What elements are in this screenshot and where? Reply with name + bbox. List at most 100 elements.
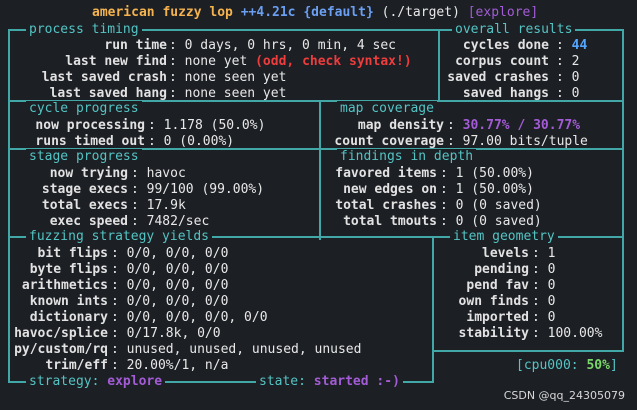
label-own-finds: own finds <box>458 294 529 309</box>
value-total-execs: : 17.9k <box>131 198 186 213</box>
label-pend-fav: pend fav <box>466 278 529 293</box>
banner: american fuzzy lop ++4.21c {default} (./… <box>92 5 538 21</box>
strategy-value: explore <box>107 374 163 389</box>
value-now-trying: : havoc <box>131 166 186 181</box>
label-stability: stability <box>458 326 529 341</box>
border-right-top <box>622 29 624 100</box>
value-saved-crashes: : 0 <box>556 70 580 85</box>
label-last-new-find: last new find <box>65 54 167 69</box>
value-levels: : 1 <box>532 246 556 261</box>
label-trim-eff: trim/eff <box>45 358 108 373</box>
border-right-mid <box>622 100 624 352</box>
value-last-saved-hang: : none seen yet <box>169 86 287 101</box>
value-arithmetics: : 0/0, 0/0, 0/0 <box>111 278 229 293</box>
label-now-processing: now processing <box>35 118 145 133</box>
label-total-execs: total execs <box>41 198 128 213</box>
label-total-crashes: total crashes <box>335 198 437 213</box>
target-path: (./target) <box>381 5 460 20</box>
value-stage-execs: : 99/100 (99.00%) <box>131 182 265 197</box>
label-new-edges-on: new edges on <box>343 182 437 197</box>
value-count-coverage: : 97.00 bits/tuple <box>447 134 588 149</box>
label-dictionary: dictionary <box>29 310 108 325</box>
version: ++4.21c <box>240 5 296 20</box>
label-corpus-count: corpus count <box>455 54 549 69</box>
strategy-status: strategy: explore <box>26 374 166 390</box>
label-favored-items: favored items <box>335 166 437 181</box>
value-total-tmouts: : 0 (0 saved) <box>440 214 542 229</box>
value-imported: : 0 <box>532 310 556 325</box>
watermark: CSDN @qq_24305079 <box>503 389 625 402</box>
label-runs-timed-out: runs timed out <box>35 134 145 149</box>
value-runs-timed-out: : 0 (0.00%) <box>148 134 235 149</box>
value-map-density: : 30.77% / 30.77% <box>447 118 581 133</box>
value-trim-eff: : 20.00%/1, n/a <box>111 358 229 373</box>
value-exec-speed: : 7482/sec <box>131 214 210 229</box>
section-title-item-geometry: item geometry <box>450 229 558 245</box>
label-arithmetics: arithmetics <box>21 278 108 293</box>
value-bit-flips: : 0/0, 0/0, 0/0 <box>111 246 229 261</box>
label-total-tmouts: total tmouts <box>343 214 437 229</box>
value-run-time: : 0 days, 0 hrs, 0 min, 4 sec <box>169 38 396 53</box>
value-cycles-done: : 44 <box>556 38 588 53</box>
value-last-new-find: : none yet (odd, check syntax!) <box>169 54 412 69</box>
state-value: started :-) <box>313 374 400 389</box>
label-cycles-done: cycles done <box>462 38 549 53</box>
cpu-label: cpu000: <box>523 358 579 373</box>
value-pend-fav: : 0 <box>532 278 556 293</box>
value-saved-hangs: : 0 <box>556 86 580 101</box>
value-corpus-count: : 2 <box>556 54 580 69</box>
value-own-finds: : 0 <box>532 294 556 309</box>
border-left <box>8 29 10 381</box>
state-label: state: <box>259 374 306 389</box>
app-name: american fuzzy lop <box>92 5 233 20</box>
label-last-saved-hang: last saved hang <box>49 86 167 101</box>
label-now-trying: now trying <box>49 166 128 181</box>
value-favored-items: : 1 (50.00%) <box>440 166 534 181</box>
divider-overall <box>438 29 440 102</box>
section-title-overall-results: overall results <box>452 22 576 38</box>
label-imported: imported <box>466 310 529 325</box>
section-title-cycle-progress: cycle progress <box>26 101 142 117</box>
section-title-stage-progress: stage progress <box>26 149 142 165</box>
label-saved-hangs: saved hangs <box>462 86 549 101</box>
label-stage-execs: stage execs <box>41 182 128 197</box>
label-known-ints: known ints <box>29 294 108 309</box>
label-pending: pending <box>474 262 529 277</box>
section-title-strategy-yields: fuzzing strategy yields <box>26 229 213 245</box>
border-geometry-bottom <box>432 350 624 352</box>
cpu-indicator: [cpu000: 50%] <box>516 358 618 373</box>
label-map-density: map density <box>357 118 444 133</box>
label-byte-flips: byte flips <box>29 262 108 277</box>
section-title-findings: findings in depth <box>337 149 477 165</box>
value-dictionary: : 0/0, 0/0, 0/0, 0/0 <box>111 310 268 325</box>
divider-map <box>319 100 321 240</box>
label-havoc-splice: havoc/splice <box>14 326 108 341</box>
value-byte-flips: : 0/0, 0/0, 0/0 <box>111 262 229 277</box>
cpu-value: 50% <box>586 358 610 373</box>
power-schedule: {default} <box>303 5 374 20</box>
label-run-time: run time <box>104 38 167 53</box>
section-title-process-timing: process timing <box>26 22 142 38</box>
value-pending: : 0 <box>532 262 556 277</box>
value-new-edges-on: : 1 (50.00%) <box>440 182 534 197</box>
strategy-label: strategy: <box>29 374 100 389</box>
value-last-saved-crash: : none seen yet <box>169 70 287 85</box>
value-py-custom-rq: : unused, unused, unused, unused <box>111 342 362 357</box>
value-known-ints: : 0/0, 0/0, 0/0 <box>111 294 229 309</box>
label-levels: levels <box>482 246 529 261</box>
label-py-custom-rq: py/custom/rq <box>14 342 108 357</box>
label-bit-flips: bit flips <box>37 246 108 261</box>
value-havoc-splice: : 0/17.8k, 0/0 <box>111 326 221 341</box>
mode-badge: [explore] <box>467 5 539 20</box>
label-last-saved-crash: last saved crash <box>41 70 167 85</box>
value-now-processing: : 1.178 (50.0%) <box>148 118 266 133</box>
label-count-coverage: count coverage <box>334 134 444 149</box>
label-exec-speed: exec speed <box>49 214 128 229</box>
value-total-crashes: : 0 (0 saved) <box>440 198 542 213</box>
divider-geometry <box>432 236 434 381</box>
value-stability: : 100.00% <box>532 326 603 341</box>
label-saved-crashes: saved crashes <box>447 70 549 85</box>
afl-status-screen: american fuzzy lop ++4.21c {default} (./… <box>0 0 637 410</box>
section-title-map-coverage: map coverage <box>337 101 437 117</box>
state-status: state: started :-) <box>256 374 403 390</box>
